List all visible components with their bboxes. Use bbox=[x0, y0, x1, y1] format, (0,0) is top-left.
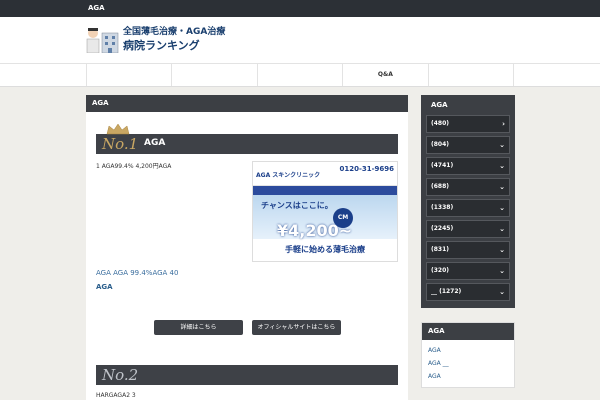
sidebar-link-2[interactable]: AGA __ bbox=[422, 357, 514, 370]
sidebar-item-label: (1338) bbox=[431, 204, 454, 211]
main-content: AGA No.1 AGA 1 AGA99.4% 4,200円AGA AGA スキ… bbox=[86, 95, 408, 400]
site-header: 全国薄毛治療・AGA治療 病院ランキング bbox=[0, 17, 600, 63]
banner-bottom-text: 手軽に始める薄毛治療 bbox=[253, 239, 397, 261]
doctor-icon bbox=[86, 25, 120, 54]
rank1-number: No.1 bbox=[102, 135, 139, 153]
sidebar: AGA (480) › (804) ⌄ (4741) ⌄ (688) ⌄ (1338) ⌄… bbox=[421, 95, 515, 388]
banner-brand: AGA スキンクリニック bbox=[256, 172, 321, 179]
sidebar-item-label: (4741) bbox=[431, 162, 454, 169]
top-bar-title: AGA bbox=[88, 4, 105, 12]
logo-line1: 全国薄毛治療・AGA治療 bbox=[123, 27, 226, 37]
sidebar-item-7[interactable]: (831) ⌄ bbox=[426, 241, 510, 259]
sidebar-item-1[interactable]: (480) › bbox=[426, 115, 510, 133]
sidebar-item-label: (688) bbox=[431, 183, 450, 190]
nav-item-2[interactable] bbox=[171, 64, 256, 86]
rank1-name[interactable]: AGA bbox=[144, 138, 165, 148]
nav-item-3[interactable] bbox=[256, 64, 342, 86]
main-heading: AGA bbox=[86, 95, 408, 112]
site-logo[interactable]: 全国薄毛治療・AGA治療 病院ランキング bbox=[86, 25, 226, 54]
detail-button[interactable]: 詳細はこちら bbox=[154, 320, 243, 335]
sidebar-item-9[interactable]: __ (1272) ⌄ bbox=[426, 283, 510, 301]
banner-price: ¥4,200~ bbox=[277, 221, 353, 240]
sidebar-item-label: (831) bbox=[431, 246, 450, 253]
chevron-down-icon: ⌄ bbox=[499, 225, 505, 233]
sidebar-item-label: (480) bbox=[431, 120, 450, 127]
nav-item-5[interactable] bbox=[427, 64, 515, 86]
sidebar-item-4[interactable]: (688) ⌄ bbox=[426, 178, 510, 196]
chevron-down-icon: ⌄ bbox=[499, 267, 505, 275]
nav-item-qa[interactable]: Q&A bbox=[342, 64, 427, 86]
rank2-bar: No.2 bbox=[96, 365, 398, 385]
sidebar-link-1[interactable]: AGA bbox=[422, 344, 514, 357]
rank1-subtext: AGA AGA 99.4%AGA 40 bbox=[96, 269, 179, 277]
chevron-down-icon: ⌄ bbox=[499, 246, 505, 254]
global-nav: Q&A bbox=[0, 63, 600, 87]
chevron-right-icon: › bbox=[502, 120, 505, 128]
sidebar-category-box: AGA (480) › (804) ⌄ (4741) ⌄ (688) ⌄ (1338) ⌄… bbox=[421, 95, 515, 308]
sidebar-item-label: (804) bbox=[431, 141, 450, 148]
chevron-down-icon: ⌄ bbox=[499, 204, 505, 212]
official-site-button[interactable]: オフィシャルサイトはこちら bbox=[252, 320, 341, 335]
sidebar-item-label: (2245) bbox=[431, 225, 454, 232]
chevron-down-icon: ⌄ bbox=[499, 183, 505, 191]
sidebar-links-heading: AGA bbox=[422, 323, 514, 340]
sidebar-item-3[interactable]: (4741) ⌄ bbox=[426, 157, 510, 175]
sidebar-item-5[interactable]: (1338) ⌄ bbox=[426, 199, 510, 217]
top-bar: AGA bbox=[0, 0, 600, 17]
sidebar-item-2[interactable]: (804) ⌄ bbox=[426, 136, 510, 154]
banner-menu bbox=[253, 186, 397, 195]
rank2-number: No.2 bbox=[102, 366, 139, 384]
chevron-down-icon: ⌄ bbox=[499, 141, 505, 149]
rank2-description: HARGAGA2 3 bbox=[96, 392, 136, 399]
banner-catch: チャンスはここに。 bbox=[261, 201, 333, 210]
sidebar-item-6[interactable]: (2245) ⌄ bbox=[426, 220, 510, 238]
sidebar-heading: AGA bbox=[431, 101, 448, 109]
chevron-down-icon: ⌄ bbox=[499, 162, 505, 170]
rank1-description: 1 AGA99.4% 4,200円AGA bbox=[96, 163, 172, 170]
rank1-subheading: AGA bbox=[96, 283, 113, 291]
sidebar-item-label: __ (1272) bbox=[431, 288, 462, 295]
chevron-down-icon: ⌄ bbox=[499, 288, 505, 296]
rank1-bar: No.1 AGA bbox=[96, 123, 398, 154]
sidebar-item-label: (320) bbox=[431, 267, 450, 274]
rank1-banner[interactable]: AGA スキンクリニック 0120-31-9696 チャンスはここに。 CM ¥… bbox=[252, 161, 398, 262]
nav-item-1[interactable] bbox=[86, 64, 171, 86]
sidebar-link-3[interactable]: AGA bbox=[422, 370, 514, 383]
sidebar-item-8[interactable]: (320) ⌄ bbox=[426, 262, 510, 280]
banner-tel: 0120-31-9696 bbox=[339, 165, 394, 173]
sidebar-links-box: AGA AGA AGA __ AGA bbox=[421, 322, 515, 388]
crown-icon bbox=[106, 123, 130, 135]
logo-line2: 病院ランキング bbox=[123, 39, 200, 52]
